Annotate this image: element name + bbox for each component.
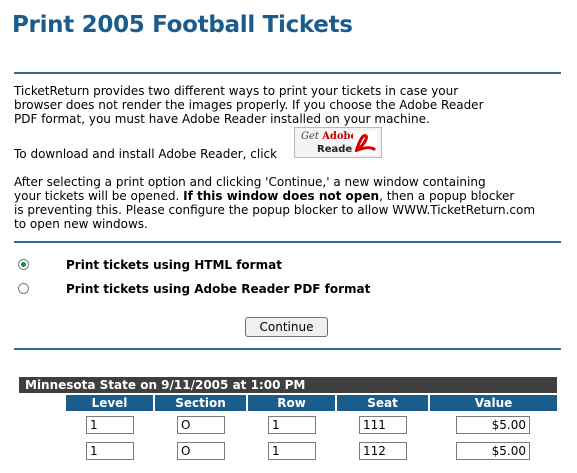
instruction-fragment: your tickets will be opened.	[14, 189, 184, 203]
column-header-level: Level	[66, 395, 153, 411]
divider	[14, 72, 561, 74]
intro-line: browser does not render the images prope…	[14, 98, 484, 112]
column-header-section: Section	[155, 395, 246, 411]
get-adobe-reader-button[interactable]: Get Adobe Reader	[294, 127, 382, 158]
ticket-section-field[interactable]: O	[177, 416, 225, 434]
instruction-warning: If this window does not open	[183, 189, 380, 203]
instruction-line: your tickets will be opened. If this win…	[14, 189, 569, 203]
ticket-level-field[interactable]: 1	[86, 416, 134, 434]
event-title: Minnesota State on 9/11/2005 at 1:00 PM	[19, 377, 557, 393]
ticket-value-field[interactable]: $5.00	[456, 416, 530, 434]
download-text: To download and install Adobe Reader, cl…	[14, 147, 278, 161]
page-title: Print 2005 Football Tickets	[12, 12, 353, 38]
option-html[interactable]: Print tickets using HTML format	[18, 258, 282, 272]
radio-html-format[interactable]	[18, 259, 29, 270]
ticket-row-field[interactable]: 1	[268, 416, 316, 434]
column-header-value: Value	[430, 395, 557, 411]
continue-button[interactable]: Continue	[245, 317, 328, 337]
instruction-text: After selecting a print option and click…	[14, 175, 569, 231]
adobe-get-word: Get	[301, 131, 319, 142]
divider	[14, 348, 561, 350]
option-pdf[interactable]: Print tickets using Adobe Reader PDF for…	[18, 282, 370, 296]
option-label: Print tickets using HTML format	[66, 258, 282, 272]
column-header-row: Row	[248, 395, 335, 411]
ticket-row-field[interactable]: 1	[268, 442, 316, 460]
adobe-logo-icon	[353, 131, 377, 155]
divider	[14, 241, 561, 243]
option-label: Print tickets using Adobe Reader PDF for…	[66, 282, 371, 296]
ticket-value-field[interactable]: $5.00	[456, 442, 530, 460]
column-header-seat: Seat	[337, 395, 428, 411]
intro-line: TicketReturn provides two different ways…	[14, 84, 459, 98]
adobe-get-label: Get Adobe	[301, 131, 357, 142]
ticket-seat-field[interactable]: 111	[359, 416, 407, 434]
instruction-fragment: , then a popup blocker	[379, 189, 515, 203]
ticket-section-field[interactable]: O	[177, 442, 225, 460]
instruction-line: After selecting a print option and click…	[14, 175, 486, 189]
ticket-level-field[interactable]: 1	[86, 442, 134, 460]
instruction-line: to open new windows.	[14, 217, 148, 231]
intro-text: TicketReturn provides two different ways…	[14, 84, 569, 126]
intro-line: PDF format, you must have Adobe Reader i…	[14, 112, 430, 126]
radio-pdf-format[interactable]	[18, 283, 29, 294]
ticket-seat-field[interactable]: 112	[359, 442, 407, 460]
instruction-line: is preventing this. Please configure the…	[14, 203, 536, 217]
